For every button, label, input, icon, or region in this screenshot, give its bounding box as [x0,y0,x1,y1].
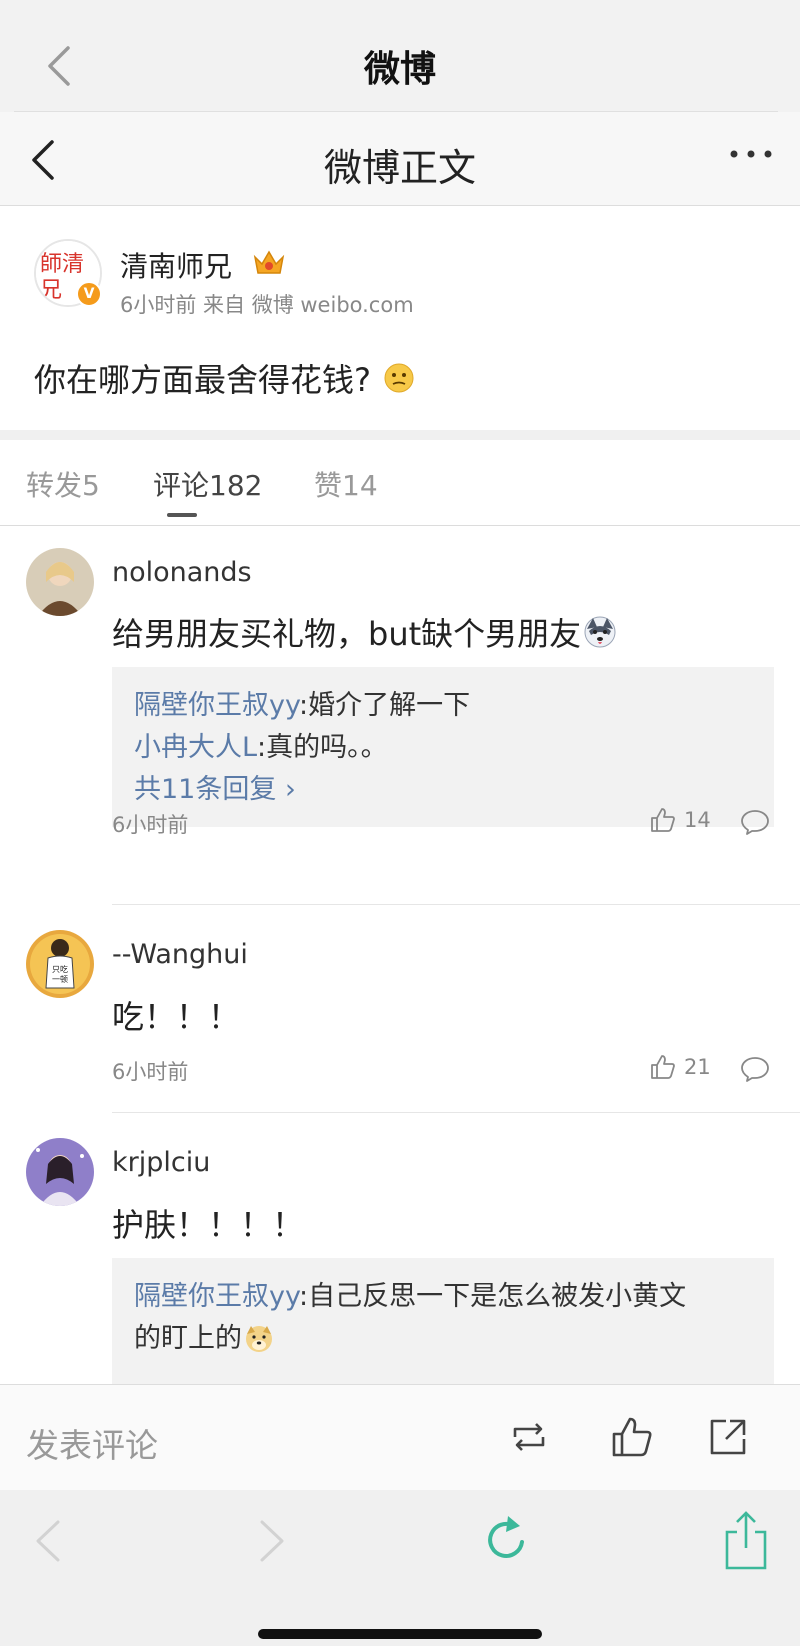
reply-line: 隔壁你王叔yy:自己反思一下是怎么被发小黄文 [134,1276,752,1318]
comment-input-bar: 发表评论 [0,1384,800,1490]
svg-text:一顿: 一顿 [52,974,68,984]
more-replies-link[interactable]: 共11条回复 › [134,769,752,811]
comment-text-content: 吃！！！ [112,998,241,1036]
tab-likes[interactable]: 赞14 [314,464,378,504]
reply-text: :婚介了解一下 [299,690,471,721]
commenter-name[interactable]: krjplciu [112,1147,210,1178]
reply-line: 的盯上的 [134,1318,752,1360]
tab-reposts[interactable]: 转发5 [26,464,100,504]
comment-item: 只吃 一顿 --Wanghui 吃！！！ 6小时前 21 [0,906,800,1113]
reply-username[interactable]: 隔壁你王叔yy [134,1281,299,1312]
reply-text: 的盯上的 [134,1323,242,1354]
husky-emoji-icon [584,616,616,648]
page-nav-bar: 微博正文 [0,112,800,206]
commenter-name[interactable]: nolonands [112,557,252,588]
commenter-name[interactable]: --Wanghui [112,939,248,970]
reply-preview-box[interactable]: 隔壁你王叔yy:婚介了解一下 小冉大人L:真的吗。。 共11条回复 › [112,667,774,827]
crown-icon [253,250,285,274]
svg-text:師清: 師清 [40,252,84,277]
post-card: 師清 兄 V 清南师兄 6小时前 来自 微博 weibo.com 你在哪方面最舍… [0,207,800,430]
reply-bubble-icon[interactable] [740,1055,770,1083]
comment-text-content: 给男朋友买礼物，but缺个男朋友 [112,615,582,653]
post-content: 你在哪方面最舍得花钱? [34,355,415,401]
like-button[interactable]: 14 [650,807,711,833]
commenter-avatar[interactable]: 只吃 一顿 [26,930,94,998]
commenter-avatar-image [26,548,94,616]
svg-text:兄: 兄 [40,278,62,303]
comment-input[interactable]: 发表评论 [26,1419,158,1467]
section-gap [0,430,800,440]
browser-back-icon[interactable] [34,1518,62,1564]
like-button[interactable]: 21 [650,1054,711,1080]
like-count: 14 [684,808,711,832]
like-count: 21 [684,1055,711,1079]
comment-time: 6小时前 [112,1060,189,1084]
commenter-avatar-image [26,1138,94,1206]
commenter-avatar[interactable] [26,548,94,616]
tab-comments[interactable]: 评论182 [153,464,262,504]
browser-toolbar [0,1490,800,1646]
like-post-icon[interactable] [610,1415,654,1459]
doge-emoji-icon [246,1326,272,1352]
comment-item: krjplciu 护肤！！！！ 隔壁你王叔yy:自己反思一下是怎么被发小黄文 的… [0,1114,800,1384]
thumbs-up-icon [651,1055,675,1079]
page-title: 微博正文 [323,146,476,190]
repost-icon[interactable] [507,1415,551,1459]
reply-username[interactable]: 小冉大人L [134,732,257,763]
commenter-avatar-image: 只吃 一顿 [26,930,94,998]
browser-forward-icon[interactable] [258,1518,286,1564]
tab-bar: 转发5 评论182 赞14 [0,440,800,526]
thumbs-up-icon [651,808,675,832]
comment-text-content: 护肤！！！！ [112,1206,305,1244]
reply-username[interactable]: 隔壁你王叔yy [134,690,299,721]
comment-text: 护肤！！！！ [112,1200,304,1246]
reply-text: :自己反思一下是怎么被发小黄文 [299,1281,687,1312]
browser-share-icon[interactable] [723,1510,769,1572]
svg-text:只吃: 只吃 [52,964,68,974]
comment-text: 吃！！！ [112,992,240,1038]
commenter-avatar[interactable] [26,1138,94,1206]
browser-top-bar: 微博 [0,0,800,112]
post-meta: 6小时前 来自 微博 weibo.com [120,293,414,317]
thinking-face-emoji-icon [384,363,414,393]
author-name[interactable]: 清南师兄 [120,245,232,285]
reply-preview-box[interactable]: 隔壁你王叔yy:自己反思一下是怎么被发小黄文 的盯上的 [112,1258,774,1384]
reply-line: 小冉大人L:真的吗。。 [134,727,752,769]
active-tab-indicator [167,513,197,517]
reply-bubble-icon[interactable] [740,808,770,836]
home-indicator [258,1629,542,1639]
reload-icon[interactable] [484,1512,528,1564]
reply-text: :真的吗。。 [257,732,388,763]
comment-text: 给男朋友买礼物，but缺个男朋友 [112,609,617,655]
comment-time: 6小时前 [112,813,189,837]
more-icon[interactable] [728,142,774,166]
comment-divider [112,1112,800,1113]
share-icon[interactable] [706,1415,750,1459]
verified-badge: V [76,281,102,307]
reply-line: 隔壁你王叔yy:婚介了解一下 [134,685,752,727]
post-text: 你在哪方面最舍得花钱? [34,361,371,399]
comment-item: nolonands 给男朋友买礼物，but缺个男朋友 隔壁你王叔yy:婚介了解一… [0,527,800,905]
browser-title: 微博 [363,49,436,90]
comment-divider [112,904,800,905]
